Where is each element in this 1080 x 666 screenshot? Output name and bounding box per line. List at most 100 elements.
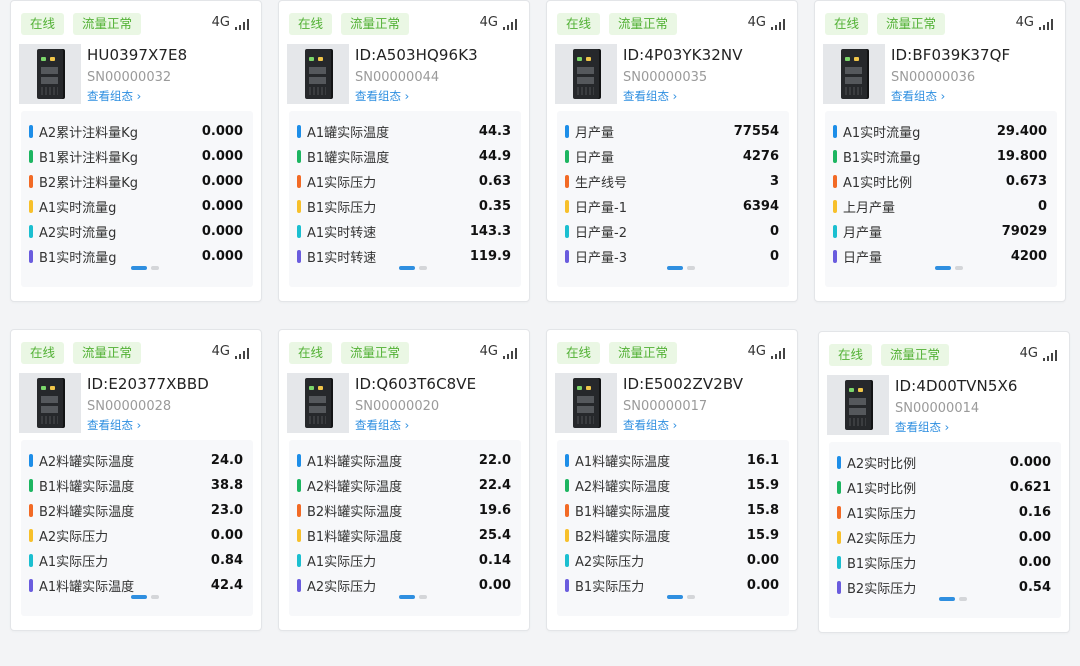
pagination-dot[interactable] [687,266,695,270]
metric-row: A1料罐实际温度 22.0 [297,450,511,470]
flow-status-badge: 流量正常 [341,342,410,364]
device-card[interactable]: 在线 流量正常 4G ID:E20377XBBD SN00000028 查看组态… [10,329,262,631]
gateway-device-icon [305,378,331,428]
pagination-dot[interactable] [151,595,159,599]
metric-label: B1料罐实际温度 [575,504,671,520]
signal-strength-icon [1043,350,1057,361]
metric-color-bar [565,249,569,263]
carousel-pagination[interactable] [935,266,963,270]
metric-color-bar [29,249,33,263]
metrics-panel: A1料罐实际温度 16.1 A2料罐实际温度 15.9 B1料罐实际温度 15.… [557,440,789,616]
pagination-dot-active[interactable] [131,266,147,270]
metric-color-bar [565,528,569,542]
metrics-panel: A1罐实际温度 44.3 B1罐实际温度 44.9 A1实际压力 0.63 B1… [289,111,521,287]
metric-label: B2料罐实际温度 [307,504,403,520]
view-configuration-link[interactable]: 查看组态 › [891,88,945,104]
view-configuration-link[interactable]: 查看组态 › [87,417,141,433]
pagination-dot[interactable] [419,595,427,599]
metric-label: B2累计注料量Kg [39,175,138,191]
pagination-dot[interactable] [959,597,967,601]
pagination-dot[interactable] [955,266,963,270]
metric-color-bar [297,503,301,517]
metric-color-bar [837,455,841,469]
metric-label: A2实际压力 [307,579,377,595]
metric-color-bar [565,149,569,163]
network-type-label: 4G [211,344,230,359]
device-card[interactable]: 在线 流量正常 4G ID:A503HQ96K3 SN00000044 查看组态… [278,0,530,302]
metric-row: B1实时流量g 19.800 [833,146,1047,166]
metric-row: 日产量-2 0 [565,221,779,241]
carousel-pagination[interactable] [399,595,427,599]
view-configuration-link[interactable]: 查看组态 › [355,88,409,104]
serial-number: SN00000020 [355,399,440,414]
pagination-dot-active[interactable] [399,595,415,599]
metric-value: 0 [1037,198,1047,214]
carousel-pagination[interactable] [939,597,967,601]
metric-color-bar [837,480,841,494]
metric-value: 44.9 [478,148,511,164]
device-id: ID:E20377XBBD [87,375,209,393]
metric-value: 0.000 [201,173,243,189]
online-status-badge: 在线 [829,344,873,366]
view-configuration-link[interactable]: 查看组态 › [623,88,677,104]
pagination-dot[interactable] [151,266,159,270]
carousel-pagination[interactable] [399,266,427,270]
metric-value: 23.0 [210,502,243,518]
metrics-panel: A1料罐实际温度 22.0 A2料罐实际温度 22.4 B2料罐实际温度 19.… [289,440,521,616]
metric-label: A2料罐实际温度 [39,454,135,470]
metric-value: 0.63 [478,173,511,189]
metric-color-bar [565,224,569,238]
metric-label: B1实时流量g [39,250,117,266]
metric-color-bar [29,503,33,517]
metric-row: 日产量-3 0 [565,246,779,266]
carousel-pagination[interactable] [131,266,159,270]
carousel-pagination[interactable] [667,595,695,599]
view-configuration-link[interactable]: 查看组态 › [355,417,409,433]
metric-value: 15.9 [746,477,779,493]
pagination-dot-active[interactable] [939,597,955,601]
carousel-pagination[interactable] [667,266,695,270]
metric-label: A1实际压力 [307,554,377,570]
network-type-label: 4G [479,344,498,359]
metric-value: 29.400 [996,123,1047,139]
metric-row: 生产线号 3 [565,171,779,191]
device-card[interactable]: 在线 流量正常 4G ID:4D00TVN5X6 SN00000014 查看组态… [818,331,1070,633]
device-card[interactable]: 在线 流量正常 4G ID:Q603T6C8VE SN00000020 查看组态… [278,329,530,631]
pagination-dot-active[interactable] [399,266,415,270]
pagination-dot-active[interactable] [667,595,683,599]
status-tags: 在线 流量正常 [829,344,950,366]
metric-label: B2料罐实际温度 [575,529,671,545]
metric-label: A2实时比例 [847,456,917,472]
status-tags: 在线 流量正常 [557,342,678,364]
metric-color-bar [297,174,301,188]
device-id: ID:4D00TVN5X6 [895,377,1018,395]
metric-color-bar [297,249,301,263]
carousel-pagination[interactable] [131,595,159,599]
device-card[interactable]: 在线 流量正常 4G ID:4P03YK32NV SN00000035 查看组态… [546,0,798,302]
gateway-device-icon [573,49,599,99]
pagination-dot[interactable] [419,266,427,270]
serial-number: SN00000036 [891,70,976,85]
online-status-badge: 在线 [557,342,601,364]
metric-row: A1料罐实际温度 42.4 [29,575,243,595]
pagination-dot-active[interactable] [667,266,683,270]
metric-label: A1罐实际温度 [307,125,390,141]
metric-row: B2料罐实际温度 19.6 [297,500,511,520]
device-card[interactable]: 在线 流量正常 4G ID:E5002ZV2BV SN00000017 查看组态… [546,329,798,631]
view-configuration-link[interactable]: 查看组态 › [623,417,677,433]
metric-color-bar [29,124,33,138]
pagination-dot[interactable] [687,595,695,599]
device-id: ID:E5002ZV2BV [623,375,744,393]
online-status-badge: 在线 [21,13,65,35]
metric-value: 16.1 [746,452,779,468]
view-configuration-link[interactable]: 查看组态 › [87,88,141,104]
metric-row: B1实际压力 0.00 [837,552,1051,572]
metric-row: B1料罐实际温度 25.4 [297,525,511,545]
pagination-dot-active[interactable] [131,595,147,599]
view-configuration-link[interactable]: 查看组态 › [895,419,949,435]
device-card[interactable]: 在线 流量正常 4G HU0397X7E8 SN00000032 查看组态 › … [10,0,262,302]
device-id: ID:BF039K37QF [891,46,1011,64]
device-card[interactable]: 在线 流量正常 4G ID:BF039K37QF SN00000036 查看组态… [814,0,1066,302]
pagination-dot-active[interactable] [935,266,951,270]
metric-label: 月产量 [575,125,615,141]
